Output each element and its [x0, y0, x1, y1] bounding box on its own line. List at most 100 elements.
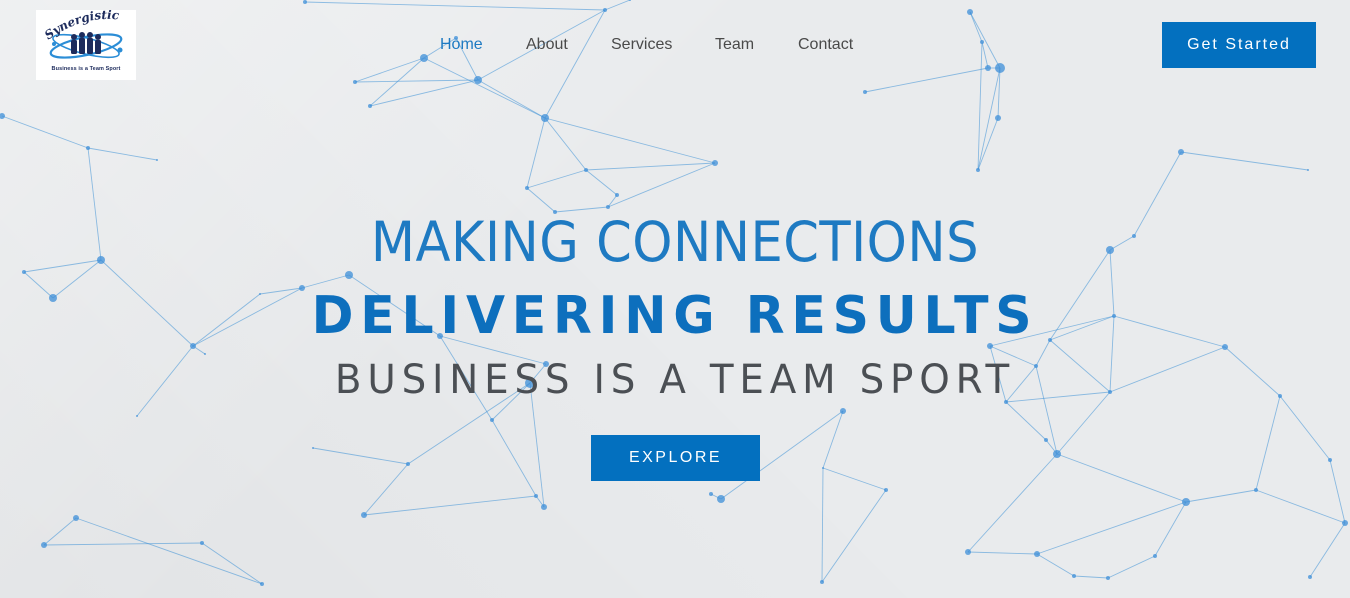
network-node	[967, 9, 973, 15]
svg-text:Synergistic: Synergistic	[42, 10, 120, 42]
network-node	[1044, 438, 1048, 442]
network-node	[312, 447, 314, 449]
network-node	[863, 90, 867, 94]
network-connection-line	[1279, 395, 1331, 461]
network-connection-line	[312, 447, 409, 465]
nav-about[interactable]: About	[526, 36, 568, 54]
hero-tagline: BUSINESS IS A TEAM SPORT	[334, 357, 1016, 403]
network-connection-line	[363, 463, 409, 516]
network-node	[1072, 574, 1076, 578]
network-node	[361, 512, 367, 518]
network-node	[525, 186, 529, 190]
network-node	[474, 76, 482, 84]
network-connection-line	[75, 517, 263, 585]
network-connection-line	[977, 41, 983, 171]
network-node	[353, 80, 357, 84]
network-node	[1153, 554, 1157, 558]
network-node	[709, 492, 713, 496]
network-connection-line	[369, 79, 479, 107]
network-node	[717, 495, 725, 503]
network-node	[584, 168, 588, 172]
network-node	[368, 104, 372, 108]
network-connection-line	[1073, 575, 1109, 579]
network-connection-line	[354, 57, 425, 83]
network-connection-line	[821, 467, 824, 583]
network-connection-line	[201, 542, 263, 585]
network-connection-line	[967, 453, 1058, 553]
network-node	[976, 168, 980, 172]
network-connection-line	[585, 162, 716, 171]
network-connection-line	[544, 117, 587, 171]
network-node	[136, 415, 138, 417]
network-node	[303, 0, 307, 4]
network-node	[86, 146, 90, 150]
nav-team[interactable]: Team	[715, 36, 754, 54]
network-connection-line	[1309, 522, 1346, 578]
network-node	[156, 159, 158, 161]
network-connection-line	[864, 67, 989, 93]
network-connection-line	[1005, 401, 1047, 441]
network-node	[615, 193, 619, 197]
network-connection-line	[585, 169, 618, 196]
network-node	[1342, 520, 1348, 526]
hero-headline: MAKING CONNECTIONS	[370, 210, 980, 274]
network-connection-line	[526, 117, 546, 189]
nav-contact[interactable]: Contact	[798, 36, 853, 54]
network-node	[995, 115, 1001, 121]
network-node	[541, 114, 549, 122]
network-connection-line	[1036, 553, 1075, 577]
network-node	[1254, 488, 1258, 492]
network-node	[1106, 576, 1110, 580]
network-connection-line	[491, 419, 537, 497]
network-connection-line	[1255, 489, 1346, 524]
network-connection-line	[354, 79, 479, 83]
network-node	[200, 541, 204, 545]
get-started-button[interactable]: Get Started	[1162, 22, 1316, 68]
network-node	[965, 549, 971, 555]
logo-tagline: Business is a Team Sport	[51, 66, 121, 72]
network-connection-line	[969, 11, 1001, 69]
network-connection-line	[1036, 501, 1187, 555]
hero-subheadline: DELIVERING RESULTS	[311, 286, 1039, 346]
network-connection-line	[604, 0, 631, 11]
network-node	[406, 462, 410, 466]
network-connection-line	[821, 489, 887, 583]
network-node	[820, 580, 824, 584]
network-connection-line	[1329, 459, 1346, 524]
network-connection-line	[544, 117, 716, 164]
network-node	[260, 582, 264, 586]
network-node	[629, 0, 631, 1]
network-node	[822, 467, 824, 469]
network-node	[22, 270, 26, 274]
network-connection-line	[607, 162, 716, 208]
network-node	[204, 353, 206, 355]
network-connection-line	[423, 57, 546, 119]
network-connection-line	[87, 147, 158, 161]
network-node	[1328, 458, 1332, 462]
network-node	[995, 63, 1005, 73]
network-node	[1307, 169, 1309, 171]
network-node	[534, 494, 538, 498]
nav-home[interactable]: Home	[440, 36, 483, 54]
network-node	[420, 54, 428, 62]
site-logo[interactable]: Synergistic Business is a Team Sport	[36, 10, 136, 80]
nav-services[interactable]: Services	[611, 36, 672, 54]
network-node	[840, 408, 846, 414]
network-node	[1178, 149, 1184, 155]
network-connection-line	[969, 11, 983, 43]
explore-button[interactable]: EXPLORE	[591, 435, 760, 481]
network-node	[603, 8, 607, 12]
network-connection-line	[304, 1, 606, 11]
network-node	[1308, 575, 1312, 579]
network-connection-line	[822, 467, 887, 491]
network-node	[985, 65, 991, 71]
network-connection-line	[1107, 555, 1156, 579]
network-node	[1034, 551, 1040, 557]
network-connection-line	[526, 169, 587, 189]
network-connection-line	[477, 79, 546, 119]
network-node	[1053, 450, 1061, 458]
network-connection-line	[1180, 151, 1309, 171]
network-connection-line	[977, 117, 999, 171]
logo-wordmark: Synergistic	[42, 10, 120, 42]
network-node	[0, 113, 5, 119]
